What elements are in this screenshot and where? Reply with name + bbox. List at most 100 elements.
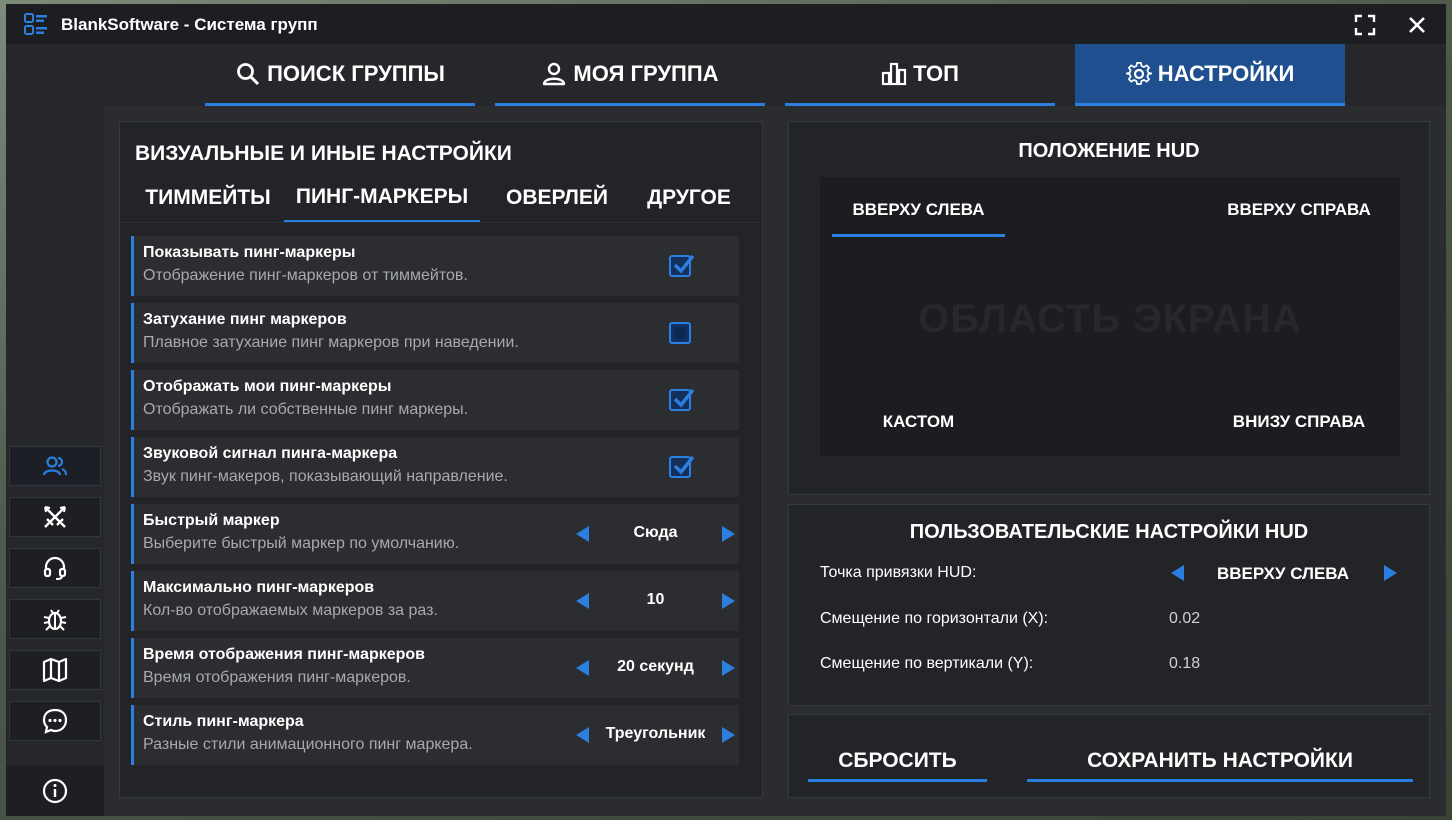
quick-marker-prev-arrow[interactable] <box>576 526 589 542</box>
sidebar-item-battle[interactable] <box>9 497 101 537</box>
headset-icon <box>43 556 67 580</box>
search-icon <box>237 62 260 85</box>
window-title: BlankSoftware - Система групп <box>61 15 318 34</box>
setting-row-sound-signal: Звуковой сигнал пинга-маркера Звук пинг-… <box>131 437 739 497</box>
visual-settings-panel: ВИЗУАЛЬНЫЕ И ИНЫЕ НАСТРОЙКИ ТИММЕЙТЫ ПИН… <box>119 121 763 798</box>
tab-my-group[interactable]: МОЯ ГРУППА <box>495 44 765 106</box>
users-icon <box>42 456 68 476</box>
setting-title: Время отображения пинг-маркеров <box>143 646 426 663</box>
hud-position-title: ПОЛОЖЕНИЕ HUD <box>1018 140 1200 162</box>
sidebar-item-bugs[interactable] <box>9 599 101 639</box>
top-tab-bar: ПОИСК ГРУППЫ МОЯ ГРУППА ТОП НАСТРОЙКИ <box>104 44 1446 106</box>
divider <box>120 222 762 223</box>
setting-title: Показывать пинг-маркеры <box>143 244 356 261</box>
screen-area-preview: ОБЛАСТЬ ЭКРАНА ВВЕРХУ СЛЕВА ВВЕРХУ СПРАВ… <box>820 177 1400 456</box>
marker-style-prev-arrow[interactable] <box>576 727 589 743</box>
max-markers-value: 10 <box>646 591 665 608</box>
tab-settings[interactable]: НАСТРОЙКИ <box>1075 44 1345 106</box>
maximize-icon[interactable] <box>1354 14 1376 36</box>
tab-label: ТОП <box>913 60 959 86</box>
app-window: BlankSoftware - Система групп ПОИСК ГРУП… <box>6 4 1446 816</box>
sound-signal-checkbox[interactable] <box>669 455 694 478</box>
action-buttons-panel: СБРОСИТЬ СОХРАНИТЬ НАСТРОЙКИ <box>788 714 1430 798</box>
quick-marker-next-arrow[interactable] <box>722 526 735 542</box>
setting-description: Кол-во отображаемых маркеров за раз. <box>143 602 438 619</box>
sidebar <box>6 44 104 816</box>
panel-title: ВИЗУАЛЬНЫЕ И ИНЫЕ НАСТРОЙКИ <box>135 142 512 165</box>
setting-title: Быстрый маркер <box>143 512 280 529</box>
anchor-value: ВВЕРХУ СЛЕВА <box>1216 564 1350 583</box>
custom-hud-title: ПОЛЬЗОВАТЕЛЬСКИЕ НАСТРОЙКИ HUD <box>909 521 1309 543</box>
info-icon <box>42 778 68 804</box>
setting-description: Отображение пинг-маркеров от тиммейтов. <box>143 267 468 284</box>
app-list-icon <box>24 13 47 35</box>
hud-option-top-left[interactable]: ВВЕРХУ СЛЕВА <box>832 200 1005 237</box>
setting-title: Звуковой сигнал пинга-маркера <box>143 445 398 462</box>
setting-row-own-markers: Отображать мои пинг-маркеры Отображать л… <box>131 370 739 430</box>
chart-icon <box>881 62 907 85</box>
offset-x-label: Смещение по горизонтали (X): <box>820 610 1049 627</box>
tab-label: НАСТРОЙКИ <box>1157 60 1295 86</box>
custom-hud-panel: ПОЛЬЗОВАТЕЛЬСКИЕ НАСТРОЙКИ HUD Точка при… <box>788 504 1430 706</box>
hud-option-bottom-right[interactable]: ВНИЗУ СПРАВА <box>1208 412 1390 432</box>
checkmark-icon <box>673 388 694 408</box>
anchor-next-arrow[interactable] <box>1384 565 1397 581</box>
reset-button[interactable]: СБРОСИТЬ <box>808 742 987 782</box>
setting-title: Отображать мои пинг-маркеры <box>143 378 392 395</box>
offset-y-value[interactable]: 0.18 <box>1169 655 1200 673</box>
own-markers-checkbox[interactable] <box>669 388 694 411</box>
tab-label: МОЯ ГРУППА <box>573 60 719 86</box>
display-time-value: 20 секунд <box>617 658 694 675</box>
bug-icon <box>43 609 67 631</box>
sidebar-item-chat[interactable] <box>9 701 101 741</box>
save-settings-button[interactable]: СОХРАНИТЬ НАСТРОЙКИ <box>1027 742 1413 782</box>
setting-description: Время отображения пинг-маркеров. <box>143 669 411 686</box>
display-time-prev-arrow[interactable] <box>576 660 589 676</box>
user-icon <box>543 62 566 85</box>
show-markers-checkbox[interactable] <box>669 254 694 277</box>
sidebar-info-button[interactable] <box>6 766 104 816</box>
settings-sub-tabs: ТИММЕЙТЫ ПИНГ-МАРКЕРЫ ОВЕРЛЕЙ ДРУГОЕ <box>120 174 762 222</box>
sidebar-item-support[interactable] <box>9 548 101 588</box>
tab-label: ПОИСК ГРУППЫ <box>267 60 445 86</box>
setting-title: Максимально пинг-маркеров <box>143 579 375 596</box>
setting-row-show-markers: Показывать пинг-маркеры Отображение пинг… <box>131 236 739 296</box>
anchor-prev-arrow[interactable] <box>1171 565 1184 581</box>
gear-icon <box>1125 61 1152 85</box>
setting-title: Затухание пинг маркеров <box>143 311 347 328</box>
sidebar-item-map[interactable] <box>9 650 101 690</box>
chat-icon <box>42 708 68 734</box>
setting-row-max-markers: Максимально пинг-маркеров Кол-во отображ… <box>131 571 739 631</box>
quick-marker-value: Сюда <box>633 524 678 541</box>
hud-option-top-right[interactable]: ВВЕРХУ СПРАВА <box>1208 200 1390 220</box>
close-icon[interactable] <box>1406 14 1428 36</box>
max-markers-next-arrow[interactable] <box>722 593 735 609</box>
hud-position-panel: ПОЛОЖЕНИЕ HUD ОБЛАСТЬ ЭКРАНА ВВЕРХУ СЛЕВ… <box>788 121 1430 495</box>
tab-teammates[interactable]: ТИММЕЙТЫ <box>142 174 274 222</box>
offset-x-value[interactable]: 0.02 <box>1169 610 1200 628</box>
tab-ping-markers[interactable]: ПИНГ-МАРКЕРЫ <box>284 174 480 222</box>
anchor-label: Точка привязки HUD: <box>820 564 977 581</box>
main-area: ПОИСК ГРУППЫ МОЯ ГРУППА ТОП НАСТРОЙКИ ВИ… <box>104 44 1446 816</box>
map-icon <box>42 657 68 683</box>
setting-row-fade-markers: Затухание пинг маркеров Плавное затухани… <box>131 303 739 363</box>
setting-row-display-time: Время отображения пинг-маркеров Время от… <box>131 638 739 698</box>
screen-area-watermark: ОБЛАСТЬ ЭКРАНА <box>918 297 1302 341</box>
setting-title: Стиль пинг-маркера <box>143 713 304 730</box>
tab-other[interactable]: ДРУГОЕ <box>636 174 742 222</box>
tab-overlay[interactable]: ОВЕРЛЕЙ <box>500 174 614 222</box>
offset-y-label: Смещение по вертикали (Y): <box>820 655 1034 672</box>
tab-find-group[interactable]: ПОИСК ГРУППЫ <box>205 44 475 106</box>
sidebar-item-users[interactable] <box>9 446 101 486</box>
setting-description: Плавное затухание пинг маркеров при наве… <box>143 334 519 351</box>
display-time-next-arrow[interactable] <box>722 660 735 676</box>
marker-style-next-arrow[interactable] <box>722 727 735 743</box>
hud-option-custom[interactable]: КАСТОМ <box>832 412 1005 432</box>
marker-style-value: Треугольник <box>605 725 706 742</box>
crossed-swords-icon <box>44 506 66 528</box>
setting-description: Разные стили анимационного пинг маркера. <box>143 736 473 753</box>
setting-description: Отображать ли собственные пинг маркеры. <box>143 401 469 418</box>
tab-top[interactable]: ТОП <box>785 44 1055 106</box>
fade-markers-checkbox[interactable] <box>669 322 691 344</box>
max-markers-prev-arrow[interactable] <box>576 593 589 609</box>
